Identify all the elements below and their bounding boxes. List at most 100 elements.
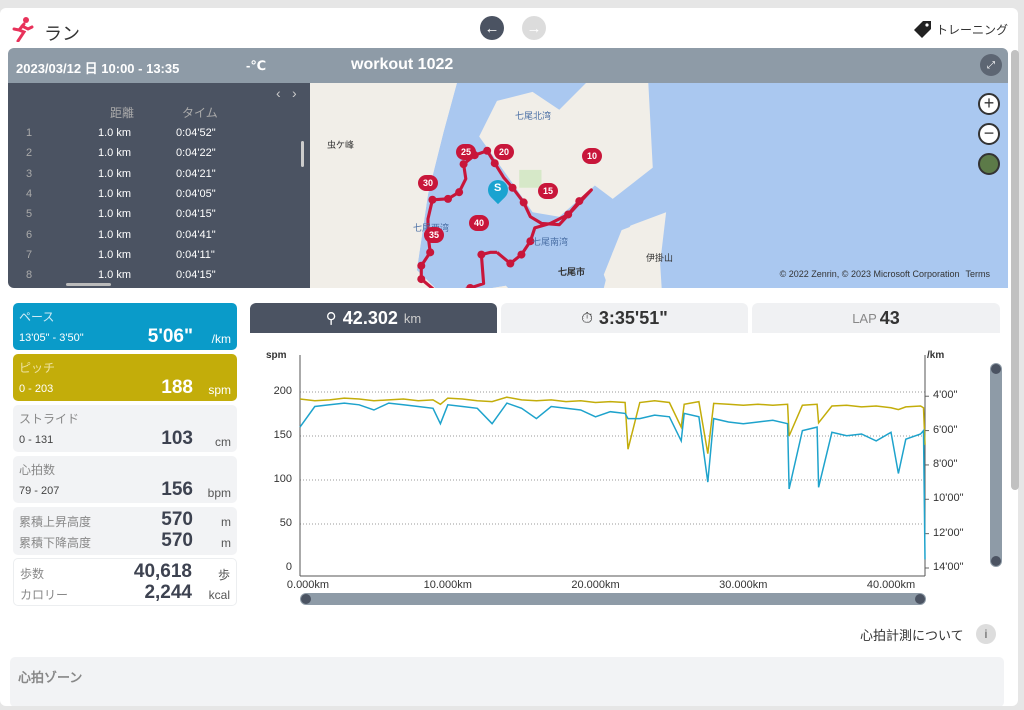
lap-distance: 1.0 km xyxy=(98,147,132,160)
lap-row[interactable]: 1 1.0 km 0:04'52" xyxy=(8,127,308,147)
km-marker[interactable]: 25 xyxy=(456,144,476,160)
lap-number: 7 xyxy=(26,248,33,261)
stat-card-steps-calories: 歩数 40,618 歩 カロリー 2,244 kcal xyxy=(13,558,237,606)
zoom-out-button[interactable]: − xyxy=(978,123,1000,145)
x-tick: 0.000km xyxy=(286,579,330,591)
activity-type: ラン xyxy=(44,24,80,44)
tag-icon xyxy=(913,21,931,38)
lap-row[interactable]: 5 1.0 km 0:04'15" xyxy=(8,208,308,228)
arrow-left-icon: ← xyxy=(484,19,500,37)
lap-number: 6 xyxy=(26,228,33,241)
heart-zone-title: 心拍ゾーン xyxy=(18,670,83,685)
lap-time: 0:04'05" xyxy=(176,187,216,200)
y-tick-right: 14'00" xyxy=(933,561,964,573)
lap-row[interactable]: 2 1.0 km 0:04'22" xyxy=(8,147,308,167)
stat-card-stride[interactable]: ストライド 0 - 131 103 cm xyxy=(13,405,237,452)
map-attribution: © 2022 Zenrin, © 2023 Microsoft Corporat… xyxy=(779,269,960,279)
slider-handle-top[interactable] xyxy=(991,364,1001,374)
map-label: 伊掛山 xyxy=(646,253,674,263)
workout-datetime: 2023/03/12 日 10:00 - 13:35 xyxy=(16,61,180,76)
column-header-time: タイム xyxy=(182,106,218,120)
y-tick-right: 4'00" xyxy=(933,389,958,402)
lap-distance: 1.0 km xyxy=(98,228,132,241)
temperature: -℃ xyxy=(246,58,267,73)
map-label: 七尾市 xyxy=(558,267,586,277)
x-tick: 20.000km xyxy=(571,579,620,591)
km-marker[interactable]: 40 xyxy=(469,215,489,231)
lap-number: 1 xyxy=(26,127,33,139)
lap-row[interactable]: 8 1.0 km 0:04'15" xyxy=(8,269,308,288)
lap-number: 5 xyxy=(26,208,33,221)
tab-lap[interactable]: LAP 43 xyxy=(752,303,1000,333)
route-pin-icon: ⚲ xyxy=(325,310,337,327)
lap-horizontal-scrollbar[interactable] xyxy=(66,283,111,286)
lap-table: ‹ › 距離 タイム 1 1.0 km 0:04'52" 2 1.0 km 0:04'22… xyxy=(8,83,310,288)
lap-scrollbar[interactable] xyxy=(301,141,304,167)
y-tick-right: 6'00" xyxy=(933,423,958,436)
tab-distance[interactable]: ⚲ 42.302 km xyxy=(250,303,497,333)
previous-button[interactable]: ← xyxy=(480,16,504,40)
lap-number: 2 xyxy=(26,147,33,160)
workout-summary-bar: 2023/03/12 日 10:00 - 13:35 -℃ workout 10… xyxy=(8,48,1008,83)
heart-rate-info-link[interactable]: 心拍計測について xyxy=(860,625,964,644)
lap-row[interactable]: 3 1.0 km 0:04'21" xyxy=(8,168,308,188)
tab-time[interactable]: ⏱ 3:35'51" xyxy=(501,303,748,333)
slider-handle-bottom[interactable] xyxy=(991,556,1001,566)
lap-number: 8 xyxy=(26,269,33,282)
lap-distance: 1.0 km xyxy=(98,187,132,200)
map-style-button[interactable] xyxy=(978,153,1000,175)
km-marker[interactable]: 30 xyxy=(418,175,438,191)
lap-distance: 1.0 km xyxy=(98,269,132,282)
info-icon[interactable]: i xyxy=(976,624,996,644)
lap-row[interactable]: 4 1.0 km 0:04'05" xyxy=(8,188,308,208)
lap-row[interactable]: 6 1.0 km 0:04'41" xyxy=(8,229,308,249)
arrow-right-icon: → xyxy=(526,19,542,37)
minus-icon: − xyxy=(983,123,995,143)
page-scrollbar[interactable] xyxy=(1011,50,1019,490)
start-marker[interactable]: S xyxy=(494,182,501,194)
lap-number: 4 xyxy=(26,187,33,200)
y-tick-left: 100 xyxy=(273,472,292,485)
fullscreen-button[interactable]: ⤢ xyxy=(980,54,1002,76)
lap-prev-button[interactable]: ‹ xyxy=(276,85,281,101)
left-axis-label: spm xyxy=(266,350,287,361)
lap-number: 3 xyxy=(26,167,33,180)
lap-distance: 1.0 km xyxy=(98,167,132,180)
map-attribution-bar: © 2022 Zenrin, © 2023 Microsoft Corporat… xyxy=(780,269,990,279)
km-marker[interactable]: 15 xyxy=(538,183,558,199)
map-terms-link[interactable]: Terms xyxy=(966,269,991,279)
next-button[interactable]: → xyxy=(522,16,546,40)
route-map[interactable]: 七尾北湾 虫ケ峰 七尾西湾 七尾南湾 七尾市 伊掛山 10 15 20 25 3… xyxy=(310,83,1008,288)
chart-horizontal-range-slider[interactable] xyxy=(300,593,926,605)
map-label: 七尾南湾 xyxy=(532,237,569,247)
lap-row[interactable]: 7 1.0 km 0:04'11" xyxy=(8,249,308,269)
column-header-distance: 距離 xyxy=(110,106,135,120)
stopwatch-icon: ⏱ xyxy=(581,309,593,327)
stat-card-pitch[interactable]: ピッチ 0 - 203 188 spm xyxy=(13,354,237,401)
lap-time: 0:04'22" xyxy=(176,147,216,160)
slider-handle-left[interactable] xyxy=(301,594,311,604)
y-tick-left: 150 xyxy=(273,428,292,441)
training-button[interactable]: トレーニング xyxy=(913,20,1008,38)
lap-time: 0:04'15" xyxy=(176,208,216,221)
workout-name: workout 1022 xyxy=(351,56,454,73)
km-marker[interactable]: 35 xyxy=(424,227,444,243)
series-line-pitch xyxy=(299,396,926,454)
lap-distance: 1.0 km xyxy=(98,208,132,221)
zoom-in-button[interactable]: + xyxy=(978,93,1000,115)
stat-card-heart-rate[interactable]: 心拍数 79 - 207 156 bpm xyxy=(13,456,237,503)
chart-vertical-zoom-slider[interactable] xyxy=(990,363,1002,567)
lap-next-button[interactable]: › xyxy=(292,85,297,101)
lap-distance: 1.0 km xyxy=(98,248,132,261)
map-label: 虫ケ峰 xyxy=(327,140,355,150)
km-marker[interactable]: 20 xyxy=(494,144,514,160)
km-marker[interactable]: 10 xyxy=(582,148,602,164)
lap-time: 0:04'52" xyxy=(176,127,216,139)
plus-icon: + xyxy=(983,93,995,113)
workout-window: ラン ← → トレーニング 2023/03/12 日 10:00 - 13:35… xyxy=(0,8,1018,706)
y-tick-left: 200 xyxy=(273,384,292,397)
stat-card-pace[interactable]: ペース 13'05" - 3'50" 5'06" /km xyxy=(13,303,237,350)
heart-zone-section: 心拍ゾーン xyxy=(10,657,1004,706)
slider-handle-right[interactable] xyxy=(915,594,925,604)
lap-time: 0:04'11" xyxy=(176,248,215,261)
